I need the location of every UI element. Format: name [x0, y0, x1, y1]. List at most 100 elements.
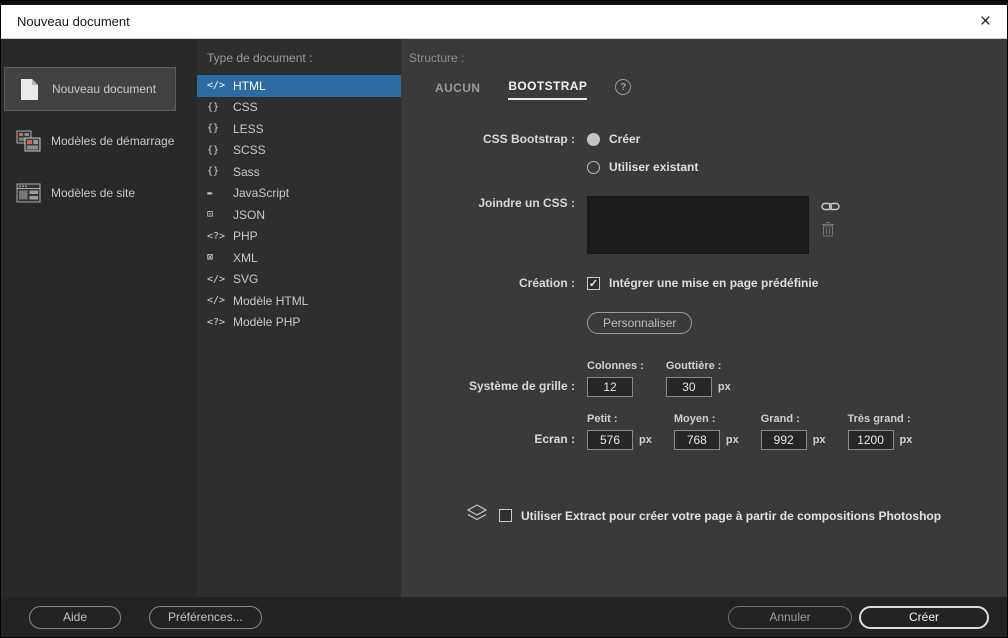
css-bootstrap-options: Créer Utiliser existant: [587, 132, 698, 174]
close-icon[interactable]: ×: [980, 12, 991, 31]
sidebar-item-label: Modèles de site: [51, 186, 135, 200]
less-icon: {}: [207, 123, 233, 134]
predefined-layout-label: Intégrer une mise en page prédéfinie: [609, 276, 818, 290]
doctype-label: CSS: [233, 100, 258, 114]
doctype-label: JavaScript: [233, 186, 289, 200]
sidebar-item-label: Nouveau document: [52, 82, 156, 96]
sidebar-item-modeles-demarrage[interactable]: Modèles de démarrage: [4, 119, 176, 163]
columns-input-row: [587, 377, 644, 397]
creation-row: Création : ✓ Intégrer une mise en page p…: [409, 276, 1007, 290]
screen-large-input[interactable]: [761, 430, 807, 450]
screen-medium-group: Moyen : px: [674, 413, 739, 450]
css-bootstrap-label: CSS Bootstrap :: [409, 132, 587, 174]
site-templates-icon: [15, 183, 41, 203]
screen-small-input[interactable]: [587, 430, 633, 450]
radio-creer-label: Créer: [609, 132, 640, 146]
tab-aucun[interactable]: AUCUN: [435, 81, 480, 100]
doctype-item-sass[interactable]: {} Sass: [197, 161, 401, 183]
doctype-item-html[interactable]: </> HTML: [197, 75, 401, 97]
gutter-input-row: px: [666, 377, 731, 397]
bootstrap-form: CSS Bootstrap : Créer Utiliser existant: [409, 132, 1007, 527]
doctype-item-modele-html[interactable]: </> Modèle HTML: [197, 290, 401, 312]
extract-option[interactable]: Utiliser Extract pour créer votre page à…: [499, 509, 941, 523]
sidebar-item-modeles-site[interactable]: Modèles de site: [4, 171, 176, 215]
extract-icon: [467, 504, 487, 527]
structure-panel: Structure : AUCUN BOOTSTRAP ? CSS Bootst…: [401, 39, 1007, 597]
doctype-item-xml[interactable]: ⊠ XML: [197, 247, 401, 269]
doctype-item-less[interactable]: {} LESS: [197, 118, 401, 140]
scss-icon: {}: [207, 145, 233, 156]
sidebar-item-nouveau-document[interactable]: Nouveau document: [4, 67, 176, 111]
html-template-icon: </>: [207, 295, 233, 306]
screen-xlarge-input[interactable]: [848, 430, 894, 450]
attach-css-input[interactable]: [587, 196, 809, 254]
xml-icon: ⊠: [207, 252, 233, 263]
doctype-item-svg[interactable]: </> SVG: [197, 269, 401, 291]
attach-css-controls: [587, 196, 840, 254]
structure-header: Structure :: [409, 51, 1007, 65]
doctype-label: JSON: [233, 208, 265, 222]
predefined-layout-checkbox[interactable]: ✓: [587, 277, 600, 290]
doctype-label: XML: [233, 251, 258, 265]
screen-medium-input-row: px: [674, 430, 739, 450]
screen-small-label: Petit :: [587, 413, 652, 425]
javascript-icon: ✒: [207, 188, 233, 199]
doctype-item-json[interactable]: ⊡ JSON: [197, 204, 401, 226]
customize-row: Personnaliser: [409, 312, 1007, 334]
gutter-field-group: Gouttière : px: [666, 360, 731, 397]
footer-right: Annuler Créer: [728, 606, 989, 629]
creer-button[interactable]: Créer: [859, 606, 989, 629]
extract-checkbox[interactable]: [499, 509, 512, 522]
screen-medium-label: Moyen :: [674, 413, 739, 425]
grid-system-fields: Colonnes : Gouttière : px: [587, 360, 753, 397]
screen-xlarge-unit: px: [900, 434, 913, 446]
php-template-icon: <?>: [207, 317, 233, 328]
doctype-item-javascript[interactable]: ✒ JavaScript: [197, 183, 401, 205]
preferences-button[interactable]: Préférences...: [149, 606, 262, 629]
radio-creer[interactable]: Créer: [587, 132, 698, 146]
aide-button[interactable]: Aide: [29, 606, 121, 629]
link-icon[interactable]: [821, 200, 840, 213]
help-icon[interactable]: ?: [615, 79, 631, 95]
titlebar: Nouveau document ×: [1, 5, 1007, 39]
starter-templates-icon: [15, 130, 41, 152]
tab-bootstrap[interactable]: BOOTSTRAP: [508, 79, 587, 100]
screen-small-group: Petit : px: [587, 413, 652, 450]
radio-utiliser-existant-circle[interactable]: [587, 161, 600, 174]
predefined-layout-option[interactable]: ✓ Intégrer une mise en page prédéfinie: [587, 276, 818, 290]
new-document-icon: [16, 78, 42, 101]
gutter-unit: px: [718, 381, 731, 393]
doctype-label: SVG: [233, 272, 258, 286]
radio-utiliser-existant[interactable]: Utiliser existant: [587, 160, 698, 174]
footer-left: Aide Préférences...: [29, 606, 262, 629]
trash-icon[interactable]: [821, 221, 840, 237]
attach-css-row: Joindre un CSS :: [409, 196, 1007, 254]
grid-system-row: Système de grille : Colonnes : Gouttière…: [409, 360, 1007, 397]
screen-small-unit: px: [639, 434, 652, 446]
doctype-item-php[interactable]: <?> PHP: [197, 226, 401, 248]
doctype-item-scss[interactable]: {} SCSS: [197, 140, 401, 162]
radio-creer-circle[interactable]: [587, 133, 600, 146]
svg-icon: </>: [207, 274, 233, 285]
category-sidebar: Nouveau document Modèles de démarr: [1, 39, 197, 597]
attach-css-icons: [821, 196, 840, 237]
dialog-body: Nouveau document Modèles de démarr: [1, 39, 1007, 597]
personnaliser-button[interactable]: Personnaliser: [587, 312, 692, 334]
doctype-label: LESS: [233, 122, 264, 136]
columns-field-group: Colonnes :: [587, 360, 644, 397]
sidebar-item-label: Modèles de démarrage: [51, 134, 174, 148]
doctype-label: HTML: [233, 79, 266, 93]
screen-medium-input[interactable]: [674, 430, 720, 450]
new-document-dialog: Nouveau document × Nouveau document: [0, 0, 1008, 638]
columns-input[interactable]: [587, 377, 633, 397]
doctype-item-css[interactable]: {} CSS: [197, 97, 401, 119]
doctype-item-modele-php[interactable]: <?> Modèle PHP: [197, 312, 401, 334]
screen-large-unit: px: [813, 434, 826, 446]
gutter-input[interactable]: [666, 377, 712, 397]
doctype-label: SCSS: [233, 143, 266, 157]
annuler-button[interactable]: Annuler: [728, 606, 852, 629]
screen-large-input-row: px: [761, 430, 826, 450]
json-icon: ⊡: [207, 209, 233, 220]
dialog-footer: Aide Préférences... Annuler Créer: [1, 597, 1007, 637]
extract-label: Utiliser Extract pour créer votre page à…: [521, 509, 941, 523]
